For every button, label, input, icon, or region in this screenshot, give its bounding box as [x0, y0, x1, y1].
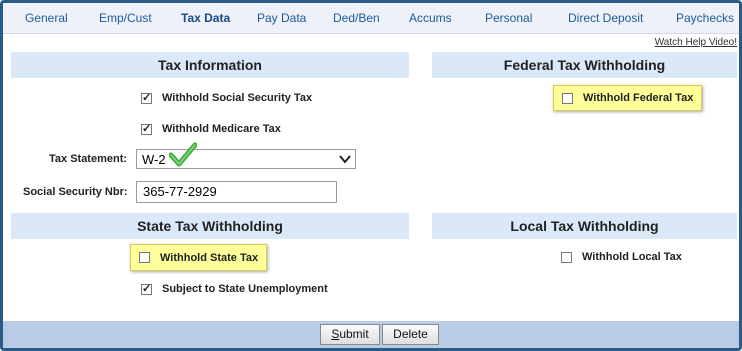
tax-statement-label: Tax Statement: — [49, 153, 128, 165]
withhold-state-tax-checkbox[interactable] — [139, 252, 150, 263]
withhold-state-tax-option[interactable]: Withhold State Tax — [130, 244, 268, 271]
green-checkmark-icon — [169, 142, 197, 167]
chevron-down-icon — [339, 155, 351, 164]
social-security-nbr-field[interactable]: 365-77-2929 — [136, 181, 337, 203]
social-security-nbr-label: Social Security Nbr: — [23, 186, 128, 198]
federal-tax-withholding-header: Federal Tax Withholding — [432, 52, 737, 78]
checkmark-icon: ✓ — [142, 122, 152, 135]
tab-bar: General Emp/Cust Tax Data Pay Data Ded/B… — [3, 3, 739, 34]
subject-to-state-unemployment-label: Subject to State Unemployment — [162, 283, 328, 295]
state-tax-withholding-header: State Tax Withholding — [11, 213, 409, 239]
tax-information-header: Tax Information — [11, 52, 409, 78]
withhold-local-tax-option[interactable]: Withhold Local Tax — [561, 251, 682, 263]
tab-emp-cust[interactable]: Emp/Cust — [99, 11, 152, 25]
delete-button[interactable]: Delete — [382, 324, 439, 345]
withhold-social-security-checkbox[interactable]: ✓ — [141, 91, 152, 104]
withhold-medicare-checkbox[interactable]: ✓ — [141, 122, 152, 135]
withhold-medicare-option[interactable]: ✓ Withhold Medicare Tax — [141, 123, 281, 135]
tab-paychecks[interactable]: Paychecks — [676, 11, 734, 25]
withhold-federal-tax-label: Withhold Federal Tax — [583, 92, 694, 104]
withhold-local-tax-checkbox[interactable] — [561, 251, 572, 263]
tab-accums[interactable]: Accums — [409, 11, 452, 25]
withhold-local-tax-label: Withhold Local Tax — [582, 251, 682, 263]
tab-tax-data[interactable]: Tax Data — [181, 11, 230, 25]
tab-ded-ben[interactable]: Ded/Ben — [333, 11, 380, 25]
action-bar: Submit Delete — [3, 321, 739, 348]
tab-general[interactable]: General — [25, 11, 68, 25]
withhold-federal-tax-option[interactable]: Withhold Federal Tax — [553, 85, 703, 111]
submit-label: ubmit — [339, 327, 369, 341]
employee-tax-window: General Emp/Cust Tax Data Pay Data Ded/B… — [0, 0, 742, 351]
subject-to-state-unemployment-checkbox[interactable]: ✓ — [141, 282, 152, 295]
local-tax-withholding-header: Local Tax Withholding — [432, 213, 737, 239]
tab-pay-data[interactable]: Pay Data — [257, 11, 306, 25]
withhold-federal-tax-checkbox[interactable] — [562, 92, 573, 104]
withhold-medicare-label: Withhold Medicare Tax — [162, 123, 281, 135]
tab-direct-deposit[interactable]: Direct Deposit — [568, 11, 643, 25]
withhold-state-tax-label: Withhold State Tax — [160, 251, 259, 264]
subject-to-state-unemployment-option[interactable]: ✓ Subject to State Unemployment — [141, 283, 328, 295]
tax-statement-value: W-2 — [142, 152, 166, 167]
tab-personal[interactable]: Personal — [485, 11, 532, 25]
watch-help-video-link[interactable]: Watch Help Video! — [655, 37, 737, 48]
checkmark-icon: ✓ — [142, 282, 152, 295]
withhold-social-security-label: Withhold Social Security Tax — [162, 92, 313, 104]
checkmark-icon: ✓ — [142, 91, 152, 104]
submit-button[interactable]: Submit — [320, 324, 380, 345]
withhold-social-security-option[interactable]: ✓ Withhold Social Security Tax — [141, 92, 312, 104]
